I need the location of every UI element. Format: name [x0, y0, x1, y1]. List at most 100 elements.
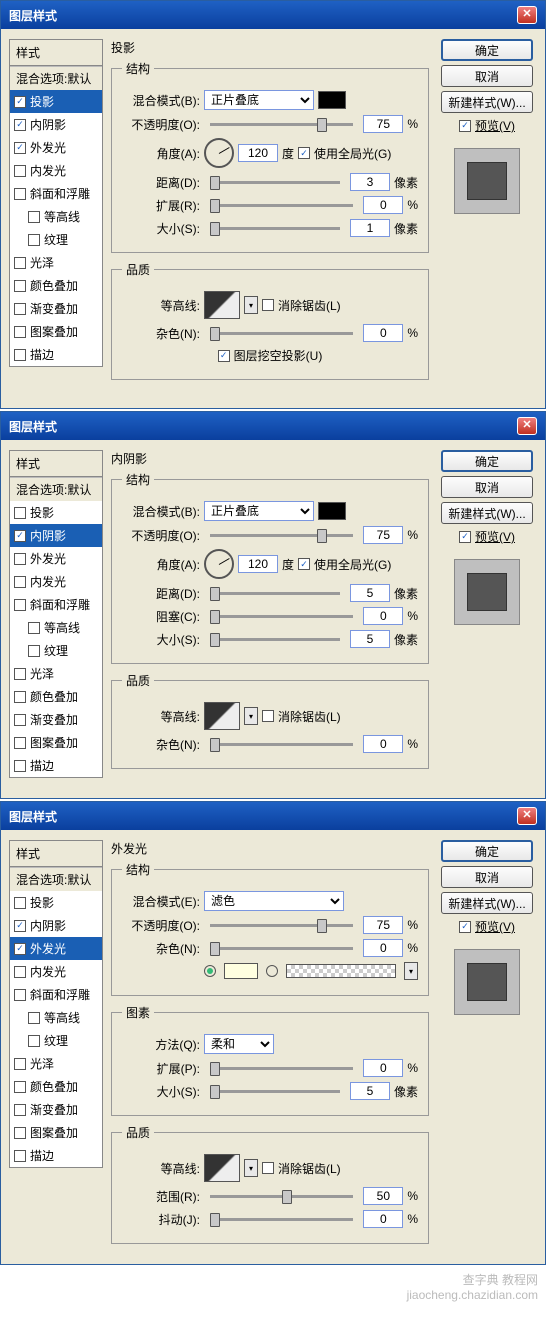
spread-input[interactable] [363, 196, 403, 214]
opacity-slider[interactable] [210, 924, 353, 927]
checkbox-icon[interactable] [14, 349, 26, 361]
blend-options-item[interactable]: 混合选项:默认 [10, 66, 102, 90]
checkbox-icon[interactable] [14, 599, 26, 611]
chevron-down-icon[interactable]: ▾ [244, 1159, 258, 1177]
style-item-stroke[interactable]: 描边 [10, 343, 102, 366]
style-item-texture[interactable]: 纹理 [10, 639, 102, 662]
global-light-checkbox[interactable]: 使用全局光(G) [298, 556, 391, 573]
gradient-radio[interactable] [266, 965, 278, 977]
checkbox-icon[interactable] [28, 645, 40, 657]
titlebar[interactable]: 图层样式 ✕ [1, 1, 545, 29]
checkbox-icon[interactable] [14, 1127, 26, 1139]
checkbox-icon[interactable] [14, 188, 26, 200]
style-item-color-overlay[interactable]: 颜色叠加 [10, 685, 102, 708]
contour-picker[interactable] [204, 1154, 240, 1182]
antialias-checkbox[interactable]: 消除锯齿(L) [262, 1160, 341, 1177]
spread-input[interactable] [363, 1059, 403, 1077]
titlebar[interactable]: 图层样式 ✕ [1, 412, 545, 440]
technique-select[interactable]: 柔和 [204, 1034, 274, 1054]
new-style-button[interactable]: 新建样式(W)... [441, 502, 533, 524]
contour-picker[interactable] [204, 291, 240, 319]
checkbox-icon[interactable] [14, 326, 26, 338]
chevron-down-icon[interactable]: ▾ [244, 707, 258, 725]
style-item-pattern-overlay[interactable]: 图案叠加 [10, 1121, 102, 1144]
size-slider[interactable] [210, 227, 340, 230]
antialias-checkbox[interactable]: 消除锯齿(L) [262, 708, 341, 725]
ok-button[interactable]: 确定 [441, 840, 533, 862]
preview-checkbox[interactable]: 预览(V) [459, 918, 515, 935]
opacity-slider[interactable] [210, 123, 353, 126]
style-item-inner-glow[interactable]: 内发光 [10, 960, 102, 983]
solid-color-radio[interactable] [204, 965, 216, 977]
ok-button[interactable]: 确定 [441, 450, 533, 472]
style-item-inner-shadow[interactable]: 内阴影 [10, 914, 102, 937]
style-item-drop-shadow[interactable]: 投影 [10, 90, 102, 113]
angle-dial[interactable] [204, 138, 234, 168]
cancel-button[interactable]: 取消 [441, 65, 533, 87]
style-item-satin[interactable]: 光泽 [10, 662, 102, 685]
checkbox-icon[interactable] [14, 668, 26, 680]
size-slider[interactable] [210, 638, 340, 641]
glow-color-swatch[interactable] [224, 963, 258, 979]
checkbox-icon[interactable] [14, 96, 26, 108]
checkbox-icon[interactable] [14, 943, 26, 955]
checkbox-icon[interactable] [28, 1035, 40, 1047]
checkbox-icon[interactable] [14, 737, 26, 749]
style-item-gradient-overlay[interactable]: 渐变叠加 [10, 297, 102, 320]
style-item-drop-shadow[interactable]: 投影 [10, 891, 102, 914]
jitter-input[interactable] [363, 1210, 403, 1228]
spread-slider[interactable] [210, 1067, 353, 1070]
style-item-contour[interactable]: 等高线 [10, 205, 102, 228]
checkbox-icon[interactable] [14, 303, 26, 315]
close-icon[interactable]: ✕ [517, 417, 537, 435]
style-item-pattern-overlay[interactable]: 图案叠加 [10, 731, 102, 754]
style-item-bevel[interactable]: 斜面和浮雕 [10, 983, 102, 1006]
checkbox-icon[interactable] [14, 1081, 26, 1093]
style-item-satin[interactable]: 光泽 [10, 251, 102, 274]
styles-header[interactable]: 样式 [9, 450, 103, 477]
distance-input[interactable] [350, 173, 390, 191]
style-item-inner-glow[interactable]: 内发光 [10, 159, 102, 182]
spread-slider[interactable] [210, 204, 353, 207]
range-input[interactable] [363, 1187, 403, 1205]
style-item-stroke[interactable]: 描边 [10, 1144, 102, 1167]
jitter-slider[interactable] [210, 1218, 353, 1221]
distance-slider[interactable] [210, 592, 340, 595]
checkbox-icon[interactable] [14, 897, 26, 909]
style-item-stroke[interactable]: 描边 [10, 754, 102, 777]
checkbox-icon[interactable] [28, 622, 40, 634]
checkbox-icon[interactable] [14, 142, 26, 154]
style-item-texture[interactable]: 纹理 [10, 1029, 102, 1052]
checkbox-icon[interactable] [14, 507, 26, 519]
range-slider[interactable] [210, 1195, 353, 1198]
checkbox-icon[interactable] [14, 966, 26, 978]
contour-picker[interactable] [204, 702, 240, 730]
color-swatch[interactable] [318, 91, 346, 109]
noise-input[interactable] [363, 939, 403, 957]
checkbox-icon[interactable] [14, 553, 26, 565]
size-input[interactable] [350, 630, 390, 648]
angle-input[interactable] [238, 144, 278, 162]
chevron-down-icon[interactable]: ▾ [404, 962, 418, 980]
checkbox-icon[interactable] [28, 211, 40, 223]
style-item-drop-shadow[interactable]: 投影 [10, 501, 102, 524]
style-item-texture[interactable]: 纹理 [10, 228, 102, 251]
checkbox-icon[interactable] [14, 714, 26, 726]
style-item-inner-shadow[interactable]: 内阴影 [10, 524, 102, 547]
style-item-inner-shadow[interactable]: 内阴影 [10, 113, 102, 136]
checkbox-icon[interactable] [14, 920, 26, 932]
checkbox-icon[interactable] [14, 165, 26, 177]
choke-input[interactable] [363, 607, 403, 625]
chevron-down-icon[interactable]: ▾ [244, 296, 258, 314]
cancel-button[interactable]: 取消 [441, 866, 533, 888]
blend-mode-select[interactable]: 正片叠底 [204, 501, 314, 521]
checkbox-icon[interactable] [14, 1104, 26, 1116]
style-item-bevel[interactable]: 斜面和浮雕 [10, 182, 102, 205]
antialias-checkbox[interactable]: 消除锯齿(L) [262, 297, 341, 314]
blend-options-item[interactable]: 混合选项:默认 [10, 867, 102, 891]
style-item-color-overlay[interactable]: 颜色叠加 [10, 1075, 102, 1098]
checkbox-icon[interactable] [14, 760, 26, 772]
titlebar[interactable]: 图层样式 ✕ [1, 802, 545, 830]
styles-header[interactable]: 样式 [9, 840, 103, 867]
opacity-slider[interactable] [210, 534, 353, 537]
